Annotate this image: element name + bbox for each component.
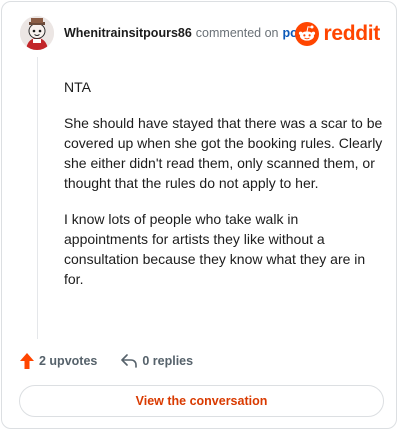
upvote-count: 2 upvotes [39, 354, 98, 368]
upvote-arrow-icon [20, 353, 34, 369]
avatar[interactable] [20, 16, 54, 50]
reply-count: 0 replies [142, 354, 194, 368]
upvote-button[interactable]: 2 upvotes [20, 353, 97, 369]
comment-embed-card: Whenitrainsitpours86commented onpost red… [1, 1, 397, 429]
comment-body: NTA She should have stayed that there wa… [64, 77, 384, 305]
action-text: commented on [195, 26, 279, 40]
reply-button[interactable]: 0 replies [121, 354, 193, 368]
reddit-wordmark: reddit [323, 22, 380, 45]
reply-arrow-icon [121, 354, 138, 368]
comment-paragraph: She should have stayed that there was a … [64, 115, 383, 191]
username-link[interactable]: Whenitrainsitpours86 [64, 26, 192, 40]
comment-meta: Whenitrainsitpours86commented onpost [64, 26, 309, 40]
comment-paragraph: NTA [64, 79, 91, 95]
thread-line [37, 57, 38, 339]
comment-actions: 2 upvotes 0 replies [20, 350, 193, 372]
reddit-logo-icon [295, 22, 320, 46]
comment-header: Whenitrainsitpours86commented onpost red… [20, 16, 380, 54]
view-conversation-button[interactable]: View the conversation [19, 385, 384, 417]
reddit-brand[interactable]: reddit [295, 21, 380, 47]
comment-paragraph: I know lots of people who take walk in a… [64, 211, 366, 287]
